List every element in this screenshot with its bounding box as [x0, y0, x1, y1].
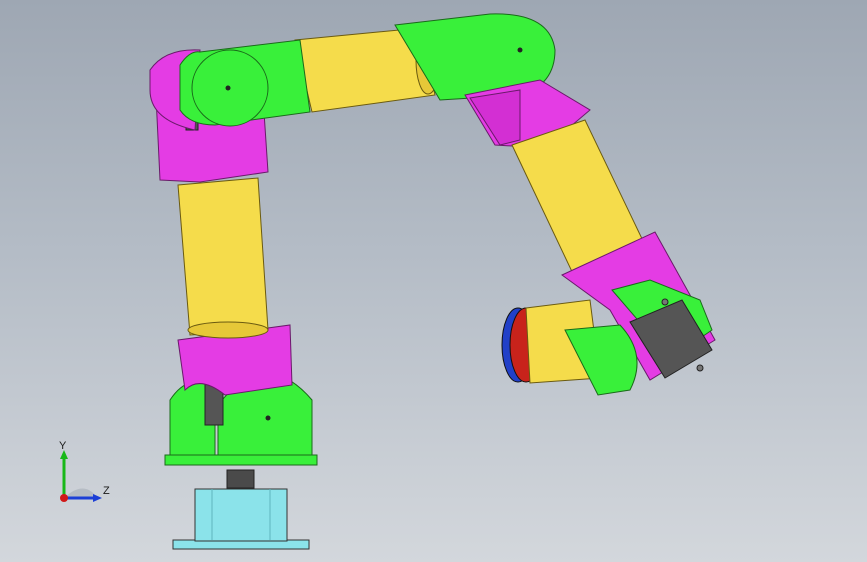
- y-axis-label: Y: [59, 440, 67, 452]
- base-joint: [164, 324, 318, 466]
- shoulder-joint: [179, 39, 311, 127]
- wrist-assembly: [501, 231, 716, 396]
- coordinate-triad: Y Z: [48, 440, 118, 510]
- z-axis-label: Z: [103, 485, 110, 497]
- lower-link: [177, 177, 269, 339]
- base-mount: [172, 469, 310, 550]
- robot-arm-model[interactable]: [0, 0, 867, 562]
- cad-viewport[interactable]: Y Z: [0, 0, 867, 562]
